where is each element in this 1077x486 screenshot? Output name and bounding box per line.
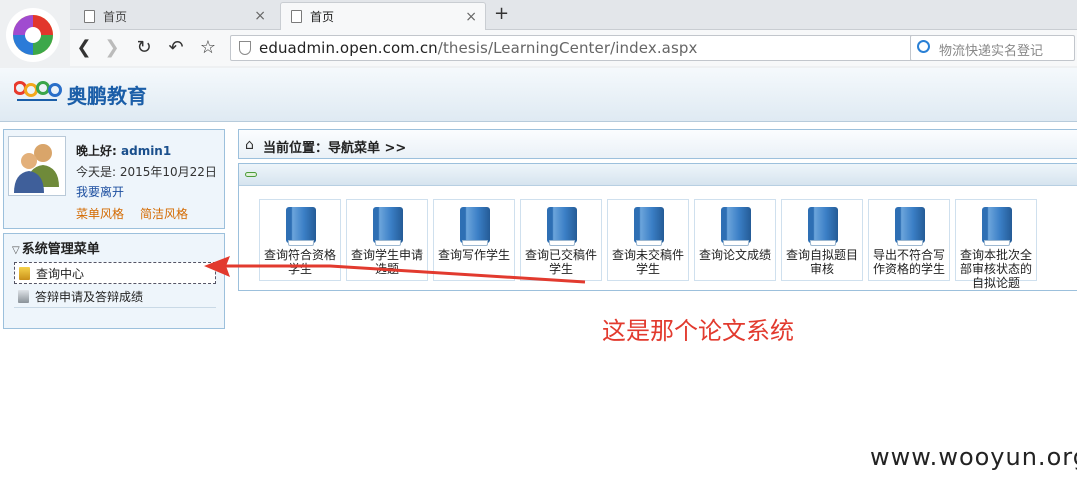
annotation-text: 这是那个论文系统 [602, 317, 794, 345]
book-icon [460, 207, 490, 246]
greeting-text: 晚上好: [76, 144, 117, 158]
tile-label: 查询符合资格学生 [263, 248, 336, 276]
tile-label: 查询写作学生 [437, 248, 510, 262]
folder-icon [18, 290, 29, 303]
new-tab-button[interactable]: + [494, 3, 509, 24]
watermark: www.wooyun.org [870, 443, 1077, 471]
tile-label: 查询已交稿件学生 [524, 248, 597, 276]
undo-icon[interactable]: ↶ [164, 36, 188, 60]
browser-tab[interactable]: 首页 × [74, 2, 274, 30]
tile-query-batch-self-topics[interactable]: 查询本批次全部审核状态的自拟论题 [955, 199, 1037, 290]
shield-icon [239, 41, 251, 55]
logout-link[interactable]: 我要离开 [76, 183, 124, 200]
url-path: /thesis/LearningCenter/index.aspx [437, 39, 698, 57]
brand-name: 奥鹏教育 [67, 84, 147, 108]
collapse-triangle-icon: ▽ [12, 245, 20, 256]
tile-export-ineligible-students[interactable]: 导出不符合写作资格的学生 [868, 199, 950, 281]
tile-label: 导出不符合写作资格的学生 [872, 248, 945, 276]
search-box[interactable]: 物流快递实名登记 [910, 35, 1075, 61]
close-tab-icon[interactable]: × [254, 8, 266, 24]
book-icon [286, 207, 316, 246]
tile-query-writing-students[interactable]: 查询写作学生 [433, 199, 515, 281]
user-info-panel: 晚上好: admin1 今天是: 2015年10月22日 我要离开 菜单风格 简… [3, 129, 225, 229]
book-icon [373, 207, 403, 246]
home-icon[interactable]: ⌂ [245, 137, 254, 153]
breadcrumb-text: 当前位置：导航菜单 >> [263, 141, 407, 156]
system-menu-panel: ▽ 系统管理菜单 查询中心 答辩申请及答辩成绩 [3, 233, 225, 329]
username: admin1 [121, 144, 172, 158]
folder-icon [19, 266, 30, 280]
forward-arrow-icon[interactable]: ❯ [100, 36, 124, 60]
reload-icon[interactable]: ↻ [132, 36, 156, 60]
tab-title: 首页 [103, 9, 128, 24]
tile-label: 查询本批次全部审核状态的自拟论题 [959, 248, 1032, 290]
avatar [8, 136, 66, 196]
browser-tab-active[interactable]: 首页 × [280, 2, 486, 30]
menu-item-label: 答辩申请及答辩成绩 [35, 290, 144, 304]
book-icon [634, 207, 664, 246]
menu-title-text: 系统管理菜单 [21, 242, 100, 257]
book-icon [895, 207, 925, 246]
menu-title[interactable]: ▽ 系统管理菜单 [12, 238, 100, 257]
book-icon [547, 207, 577, 246]
menu-style-link[interactable]: 菜单风格 [76, 205, 124, 222]
tile-label: 查询论文成绩 [698, 248, 771, 262]
book-icon [808, 207, 838, 246]
search-icon [917, 40, 930, 53]
browser-logo-icon[interactable] [6, 8, 60, 62]
site-header: 奥鹏教育 [0, 68, 1077, 122]
document-icon [291, 10, 302, 23]
book-icon [721, 207, 751, 246]
menu-item-query-center[interactable]: 查询中心 [14, 262, 216, 284]
tile-label: 查询自拟题目审核 [785, 248, 858, 276]
browser-chrome: 首页 × 首页 × + ❮ ❯ ↻ ↶ ☆ eduadmin.open.com.… [0, 0, 1077, 68]
tile-label: 查询学生申请选题 [350, 248, 423, 276]
tile-query-self-topic-review[interactable]: 查询自拟题目审核 [781, 199, 863, 281]
close-tab-icon[interactable]: × [465, 9, 477, 25]
collapse-toggle-icon[interactable] [245, 172, 257, 177]
search-input[interactable]: 物流快递实名登记 [939, 40, 1043, 59]
open-logo [13, 75, 66, 105]
panel-header [239, 164, 1077, 186]
address-bar[interactable]: eduadmin.open.com.cn/thesis/LearningCent… [230, 35, 976, 61]
breadcrumb: ⌂ 当前位置：导航菜单 >> [238, 129, 1077, 159]
tile-query-thesis-scores[interactable]: 查询论文成绩 [694, 199, 776, 281]
tile-label: 查询未交稿件学生 [611, 248, 684, 276]
simple-style-link[interactable]: 简洁风格 [140, 205, 188, 222]
document-icon [84, 9, 95, 23]
tab-title: 首页 [310, 10, 335, 24]
url-host: eduadmin.open.com.cn [259, 39, 438, 57]
book-icon [982, 207, 1012, 246]
navigation-bar: ❮ ❯ ↻ ↶ ☆ eduadmin.open.com.cn/thesis/Le… [70, 30, 1077, 66]
greeting: 晚上好: admin1 [76, 142, 171, 159]
favorite-star-icon[interactable]: ☆ [196, 36, 220, 60]
menu-item-label: 查询中心 [36, 266, 85, 281]
tile-query-unsubmitted-students[interactable]: 查询未交稿件学生 [607, 199, 689, 281]
url-text[interactable]: eduadmin.open.com.cn/thesis/LearningCent… [259, 39, 698, 57]
nav-menu-panel: 查询符合资格学生 查询学生申请选题 查询写作学生 查询已交稿件学生 查询未交稿件… [238, 163, 1077, 291]
current-date: 今天是: 2015年10月22日 [76, 165, 217, 179]
back-arrow-icon[interactable]: ❮ [72, 36, 96, 60]
tile-query-submitted-students[interactable]: 查询已交稿件学生 [520, 199, 602, 281]
tile-query-topic-applications[interactable]: 查询学生申请选题 [346, 199, 428, 281]
menu-item-defense[interactable]: 答辩申请及答辩成绩 [14, 286, 216, 308]
tile-query-eligible-students[interactable]: 查询符合资格学生 [259, 199, 341, 281]
